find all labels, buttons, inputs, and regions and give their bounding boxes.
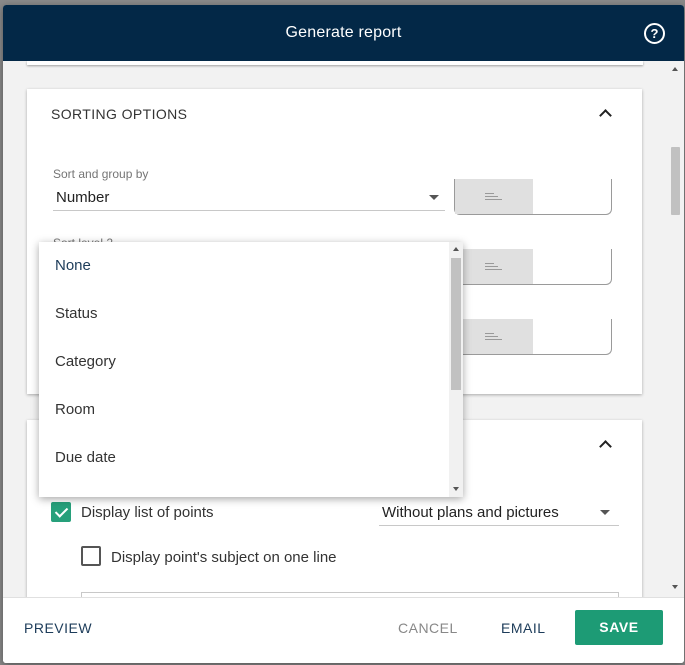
sort-level-2-dropdown-menu[interactable]: None Status Category Room Due date: [39, 242, 463, 497]
scroll-down-arrow-icon[interactable]: [672, 585, 678, 589]
subject-one-line-label: Display point's subject on one line: [111, 549, 337, 566]
dropdown-caret-icon: [429, 195, 439, 200]
dropdown-option-none[interactable]: None: [39, 242, 449, 290]
dropdown-caret-icon: [600, 510, 610, 515]
sort-order-segment[interactable]: [455, 319, 533, 354]
previous-card-edge: [27, 61, 643, 65]
dropdown-scrollbar[interactable]: [449, 242, 463, 497]
sort-and-group-by-value: Number: [56, 189, 110, 206]
dialog-footer: PREVIEW CANCEL EMAIL SAVE: [3, 597, 684, 663]
help-circle-icon[interactable]: ?: [644, 23, 665, 44]
save-button[interactable]: SAVE: [575, 610, 663, 645]
display-list-of-points-label: Display list of points: [81, 504, 214, 521]
sort-lines-icon: [485, 193, 502, 202]
dropdown-option-status[interactable]: Status: [39, 290, 449, 338]
plans-pictures-select[interactable]: Without plans and pictures: [379, 496, 619, 526]
email-button[interactable]: EMAIL: [501, 620, 546, 636]
sort-lines-icon: [485, 263, 502, 272]
scroll-up-arrow-icon[interactable]: [672, 67, 678, 71]
cancel-button[interactable]: CANCEL: [398, 620, 458, 636]
sort-and-group-by-label: Sort and group by: [53, 167, 149, 181]
dropdown-option-room[interactable]: Room: [39, 386, 449, 434]
scroll-thumb[interactable]: [671, 147, 680, 215]
dialog-title: Generate report: [285, 24, 402, 41]
display-list-of-points-checkbox[interactable]: [51, 502, 71, 522]
dropdown-scroll-down-icon[interactable]: [453, 487, 459, 491]
content-scrollbar[interactable]: [668, 61, 684, 597]
sort-order-toggle-2[interactable]: [454, 249, 612, 285]
preview-button[interactable]: PREVIEW: [24, 620, 92, 636]
dropdown-option-due-date[interactable]: Due date: [39, 434, 449, 482]
dropdown-option-category[interactable]: Category: [39, 338, 449, 386]
sort-lines-icon: [485, 333, 502, 342]
dialog-header: Generate report ?: [3, 5, 684, 61]
sorting-options-title: SORTING OPTIONS: [51, 106, 188, 122]
collapse-chevron-up-icon[interactable]: [599, 109, 612, 122]
dropdown-scroll-up-icon[interactable]: [453, 247, 459, 251]
sort-order-toggle-3[interactable]: [454, 319, 612, 355]
sort-order-segment[interactable]: [455, 179, 533, 214]
plans-pictures-value: Without plans and pictures: [382, 504, 559, 521]
collapse-chevron-up-icon[interactable]: [599, 440, 612, 453]
sort-order-segment[interactable]: [455, 249, 533, 284]
subject-one-line-checkbox[interactable]: [81, 546, 101, 566]
dropdown-scroll-thumb[interactable]: [451, 258, 461, 390]
sort-and-group-by-select[interactable]: Number: [53, 181, 445, 211]
sort-order-toggle-1[interactable]: [454, 179, 612, 215]
